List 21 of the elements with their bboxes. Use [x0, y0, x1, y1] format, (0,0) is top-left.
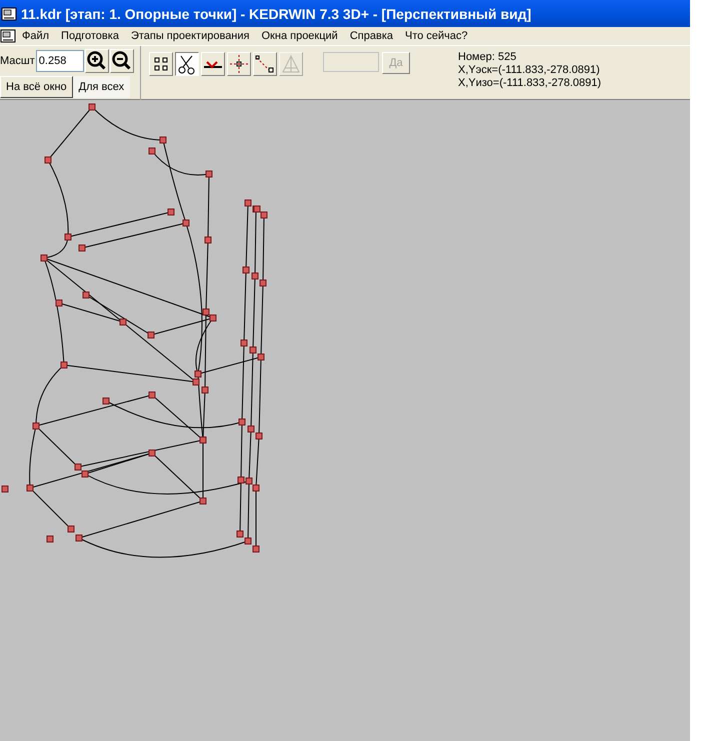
app-icon: [1, 6, 17, 22]
zoom-in-icon[interactable]: [84, 49, 109, 73]
scissors-icon[interactable]: [175, 52, 199, 76]
view-tab[interactable]: Для всех: [72, 76, 130, 98]
scale-label: Масшт: [0, 55, 35, 67]
view-tab[interactable]: На всё окно: [0, 76, 73, 98]
window-title: 11.kdr [этап: 1. Опорные точки] - KEDRWIN 7.3 3D+ - [Перспективный вид]: [21, 6, 532, 22]
menu-item[interactable]: Подготовка: [55, 30, 125, 42]
zoom-out-icon[interactable]: [110, 49, 134, 73]
app-icon[interactable]: [0, 28, 16, 44]
crosshair-icon[interactable]: [227, 52, 251, 76]
info-text: Номер: 525: [458, 51, 518, 64]
menu-item[interactable]: Справка: [344, 30, 399, 42]
menu-item[interactable]: Этапы проектирования: [124, 30, 256, 42]
info-text: X,Yэск=(-111.833,-278.0891): [458, 64, 601, 77]
scale-field[interactable]: 0.258: [36, 50, 84, 72]
menu-item[interactable]: Что сейчас?: [399, 30, 474, 42]
menu-item[interactable]: Окна проекций: [256, 30, 344, 42]
points-icon[interactable]: [149, 52, 173, 76]
menu-item[interactable]: Файл: [16, 30, 56, 42]
info-text: X,Yизо=(-111.833,-278.0891): [458, 77, 602, 90]
